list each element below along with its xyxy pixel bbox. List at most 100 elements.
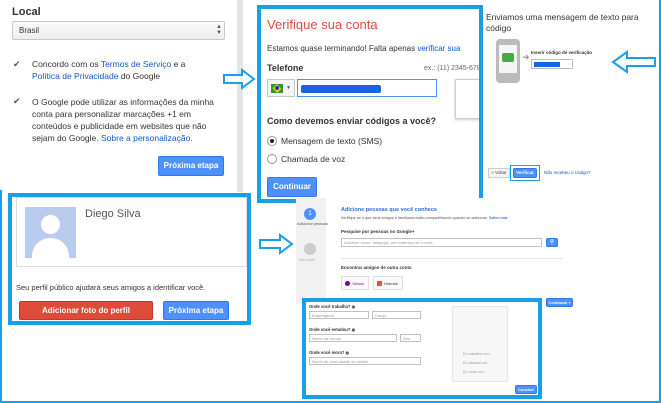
code-input[interactable] [531,59,573,69]
study-label-text: Onde você estudou? [309,327,351,332]
personalize-line2: conta para personalizar marcações +1 em [32,109,191,119]
local-title: Local [12,6,41,18]
sms-radio[interactable] [267,136,277,146]
privacy-link[interactable]: Política de Privacidade [32,71,118,81]
panel-shadow [237,0,243,192]
divider [341,258,563,259]
search-people-label: Pesquise por pessoas no Google+ [341,229,415,234]
send-method-question: Como devemos enviar códigos a você? [267,116,437,126]
back-label: « Voltar [491,170,507,175]
globe-icon-3: ◍ [345,350,350,355]
finish-button[interactable]: Concluir [515,385,537,394]
back-button[interactable]: « Voltar [488,168,510,178]
personalize-line3: conteúdos e publicidade em websites que … [32,121,207,131]
brazil-flag-icon [271,84,283,93]
phone-illustration [496,39,520,83]
work-label-text: Onde você trabalha? [309,304,351,309]
work-label: Onde você trabalha? ◍ [309,304,355,309]
add-photo-button[interactable]: Adicionar foto do perfil [19,301,153,320]
step2-icon [304,243,316,255]
role-input[interactable]: Cargo [372,311,421,319]
school-input[interactable]: Nome da escola [309,334,397,342]
profile-next-button[interactable]: Próxima etapa [163,301,229,320]
learn-more-link[interactable]: Saiba mais [489,216,508,220]
terms-link[interactable]: Termos de Serviço [101,59,171,69]
step1-label: Adicionar pessoas [297,222,329,226]
yahoo-button[interactable]: Yahoo! [341,276,369,290]
yahoo-label: Yahoo! [352,281,365,286]
privacy-suffix: do Google [118,71,161,81]
year-input[interactable]: Ano [400,334,421,342]
sms-option-label: Mensagem de texto (SMS) [281,136,383,146]
avatar[interactable] [25,207,76,258]
friends-panel: 1 Adicionar pessoas Seu perfil Adicione … [296,198,576,307]
step2-label: Seu perfil [299,258,316,262]
verify-continue-button[interactable]: Continuar [267,177,317,197]
about-panel: Onde você trabalha? ◍ Empregador Cargo O… [302,298,542,399]
terms-prefix: Concordo com os [32,59,101,69]
terms-mid: e a [171,59,186,69]
voice-radio[interactable] [267,154,277,164]
verify-subtitle-link[interactable]: verificar sua [417,44,460,53]
select-arrows-icon: ▲ ▼ [216,24,222,36]
live-label: Onde você mora? ◍ [309,350,349,355]
chevron-down-icon: ▼ [286,85,291,91]
other-account-label: Encontrar amigos de outra conta [341,265,412,270]
terms-text-line2: Política de Privacidade do Google [32,71,160,81]
globe-icon-2: ◍ [351,327,356,332]
code-label: Inserir código de verificação [531,50,593,55]
terms-check-icon[interactable]: ✔ [13,59,21,70]
hotmail-button[interactable]: Hotmail [373,276,403,290]
study-label: Onde você estudou? ◍ [309,327,355,332]
preview-line1: Eu trabalho em... [463,352,492,356]
globe-icon: ◍ [351,304,356,309]
phone-label: Telefone [267,63,304,73]
sms-title-line2: código [486,23,512,33]
personalize-check-icon[interactable]: ✔ [13,96,21,107]
employer-input[interactable]: Empregador [309,311,369,319]
profile-hint: Seu perfil público ajudará seus amigos a… [16,283,206,292]
personalization-link[interactable]: Sobre a personalização. [101,133,193,143]
search-people-input[interactable]: Adicione nome, amigo(a), um endereço de … [341,238,542,247]
verify-subtitle: Estamos quase terminando! Falta apenas v… [267,44,460,53]
phone-redacted [301,85,381,93]
outer-border-left [0,190,2,403]
right-arrow-2-icon [259,233,294,255]
search-icon: ⚲ [550,239,554,245]
friends-title: Adicione pessoas que você conhece [341,207,437,213]
not-received-link[interactable]: Não recebeu o código? [544,170,591,175]
voice-option-label: Chamada de voz [281,154,346,164]
search-people-button[interactable]: ⚲ [546,238,558,247]
preview-line2: Eu estudei em... [463,361,491,365]
hotmail-logo-icon [377,281,382,286]
step1-icon: 1 [304,208,316,220]
friends-subtitle: Verifique se o que seus amigos e familia… [341,216,508,220]
country-flag-select[interactable]: ▼ [267,79,295,97]
phone-input[interactable] [297,79,437,97]
hotmail-label: Hotmail [384,281,398,286]
phone-tooltip [455,79,479,119]
sms-title-line1: Enviamos uma mensagem de texto para [486,12,639,22]
friends-continue-button[interactable]: Continuar » [546,298,573,307]
country-select[interactable]: Brasil ▲ ▼ [12,21,225,40]
arrow-right-small-icon: ➜ [522,52,530,62]
preview-card: Eu trabalho em... Eu estudei em... Eu mo… [452,306,508,382]
personalize-line1: O Google pode utilizar as informações da… [32,97,214,107]
right-arrow-icon [223,68,256,90]
personalize-line4-text: sejam do Google. [32,133,99,143]
local-next-button[interactable]: Próxima etapa [158,156,224,176]
verify-code-button[interactable]: Verificar [513,168,537,178]
country-value: Brasil [19,26,40,35]
verify-panel: Verifique sua conta Estamos quase termin… [257,5,483,203]
sms-panel: Enviamos uma mensagem de texto para códi… [486,10,661,185]
verify-subtitle-text: Estamos quase terminando! Falta apenas [267,44,418,53]
left-arrow-icon [611,50,656,74]
city-input[interactable]: Nome de uma cidade ou cidade [309,357,421,365]
friends-subtitle-text: Verifique se o que seus amigos e familia… [341,216,488,220]
verify-title: Verifique sua conta [267,17,378,32]
preview-line3: Eu moro em... [463,370,487,374]
local-panel: Local Brasil ▲ ▼ ✔ Concordo com os Termos… [0,0,243,192]
profile-name: Diego Silva [85,208,141,220]
profile-panel: Diego Silva Seu perfil público ajudará s… [8,193,251,325]
live-label-text: Onde você mora? [309,350,345,355]
